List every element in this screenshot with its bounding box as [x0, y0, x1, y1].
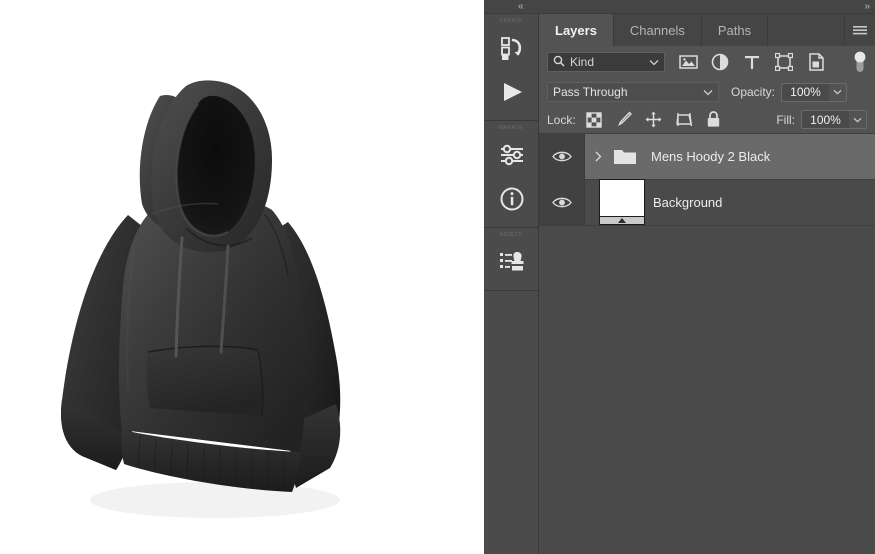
hoodie-illustration: [60, 80, 341, 518]
batch-actions-icon[interactable]: [484, 26, 539, 70]
rail-group-title: CREATE: [499, 18, 523, 24]
layer-name: Background: [653, 195, 723, 210]
lock-label: Lock:: [547, 112, 576, 127]
chevron-down-icon: [703, 85, 713, 99]
tab-row-filler: [768, 14, 845, 46]
table-row[interactable]: Mens Hoody 2 Black: [539, 134, 875, 180]
play-run-icon[interactable]: [484, 70, 539, 114]
rail-group-title: ASSETS: [499, 232, 523, 238]
filter-type-layers-icon[interactable]: [741, 51, 763, 73]
photoshop-window: « » CREATE MANAGE ASSETS Layers Channels…: [0, 0, 875, 554]
tab-channels[interactable]: Channels: [614, 14, 702, 46]
filter-adjustment-layers-icon[interactable]: [709, 51, 731, 73]
eye-visible-icon[interactable]: [539, 134, 585, 179]
fill-value-field[interactable]: 100%: [801, 110, 849, 129]
double-chevron-right-icon[interactable]: »: [864, 0, 869, 14]
fill-stepper-group: 100%: [795, 110, 867, 129]
lock-all-icon[interactable]: [705, 110, 723, 130]
layer-thumbnail: [599, 179, 645, 225]
chevron-down-icon: [649, 55, 659, 69]
extension-icon-rail: CREATE MANAGE ASSETS: [484, 14, 539, 554]
search-icon: [553, 55, 565, 70]
tab-layers[interactable]: Layers: [539, 14, 614, 46]
filter-toggle-switch-icon[interactable]: [853, 51, 867, 73]
rail-empty-space: [484, 291, 538, 554]
layer-row-content[interactable]: Background: [585, 179, 875, 226]
filter-shape-layers-icon[interactable]: [773, 51, 795, 73]
fill-stepper-chevron-down-icon[interactable]: [849, 110, 867, 129]
blend-mode-dropdown[interactable]: Pass Through: [547, 82, 719, 102]
panel-tab-row: Layers Channels Paths: [539, 14, 875, 46]
blend-mode-row: Pass Through Opacity: 100%: [539, 78, 875, 106]
info-circle-icon[interactable]: [484, 177, 539, 221]
lock-artboard-nesting-icon[interactable]: [675, 110, 693, 130]
opacity-label: Opacity:: [731, 85, 776, 99]
lock-image-pixels-icon[interactable]: [615, 110, 633, 130]
white-image-thumbnail[interactable]: [595, 179, 645, 226]
thumbnail-base-bar: [599, 216, 645, 225]
layers-panel: Layers Channels Paths Kind Pass Through …: [539, 14, 875, 554]
hoodie-pocket: [146, 346, 263, 416]
blend-mode-value: Pass Through: [553, 85, 628, 99]
filter-kind-value: Kind: [570, 55, 595, 69]
hoodie-artwork: [0, 0, 484, 554]
layer-list[interactable]: Mens Hoody 2 Black Background: [539, 134, 875, 554]
opacity-field-group: 100%: [775, 82, 848, 102]
layer-name: Mens Hoody 2 Black: [651, 149, 771, 164]
layer-row-content[interactable]: Mens Hoody 2 Black: [585, 134, 875, 179]
rail-group-manage: MANAGE: [484, 121, 538, 228]
opacity-stepper-chevron-down-icon[interactable]: [829, 82, 848, 102]
chevron-right-icon[interactable]: [591, 151, 605, 162]
document-canvas[interactable]: [0, 0, 484, 554]
filter-smart-object-layers-icon[interactable]: [805, 51, 827, 73]
rail-group-create: CREATE: [484, 14, 538, 121]
filter-pixel-layers-icon[interactable]: [677, 51, 699, 73]
dock-body: CREATE MANAGE ASSETS Layers Channels Pat…: [484, 14, 875, 554]
fill-label: Fill:: [776, 112, 795, 127]
lock-transparent-pixels-icon[interactable]: [585, 110, 603, 130]
double-chevron-left-icon[interactable]: «: [518, 0, 523, 14]
lock-row: Lock: Fill: 100%: [539, 106, 875, 134]
eye-visible-icon[interactable]: [539, 180, 585, 225]
sliders-settings-icon[interactable]: [484, 133, 539, 177]
fill-field-group: Fill: 100%: [764, 110, 867, 129]
panel-dock: « » CREATE MANAGE ASSETS Layers Channels…: [484, 0, 875, 554]
thumbnail-marker-triangle: [618, 218, 626, 223]
layer-filter-bar: Kind: [539, 46, 875, 78]
filter-kind-dropdown[interactable]: Kind: [547, 52, 665, 72]
lock-icon-group: [585, 110, 723, 130]
hamburger-menu-icon[interactable]: [845, 14, 875, 46]
rail-group-title: MANAGE: [498, 125, 524, 131]
dock-titlebar: « »: [484, 0, 875, 14]
list-stamp-icon[interactable]: [484, 240, 539, 284]
folder-icon: [611, 147, 639, 166]
opacity-value-field[interactable]: 100%: [781, 82, 830, 102]
filter-type-icons: [677, 51, 827, 73]
lock-position-icon[interactable]: [645, 110, 663, 130]
rail-group-assets: ASSETS: [484, 228, 538, 291]
tab-paths[interactable]: Paths: [702, 14, 769, 46]
table-row[interactable]: Background: [539, 179, 875, 226]
